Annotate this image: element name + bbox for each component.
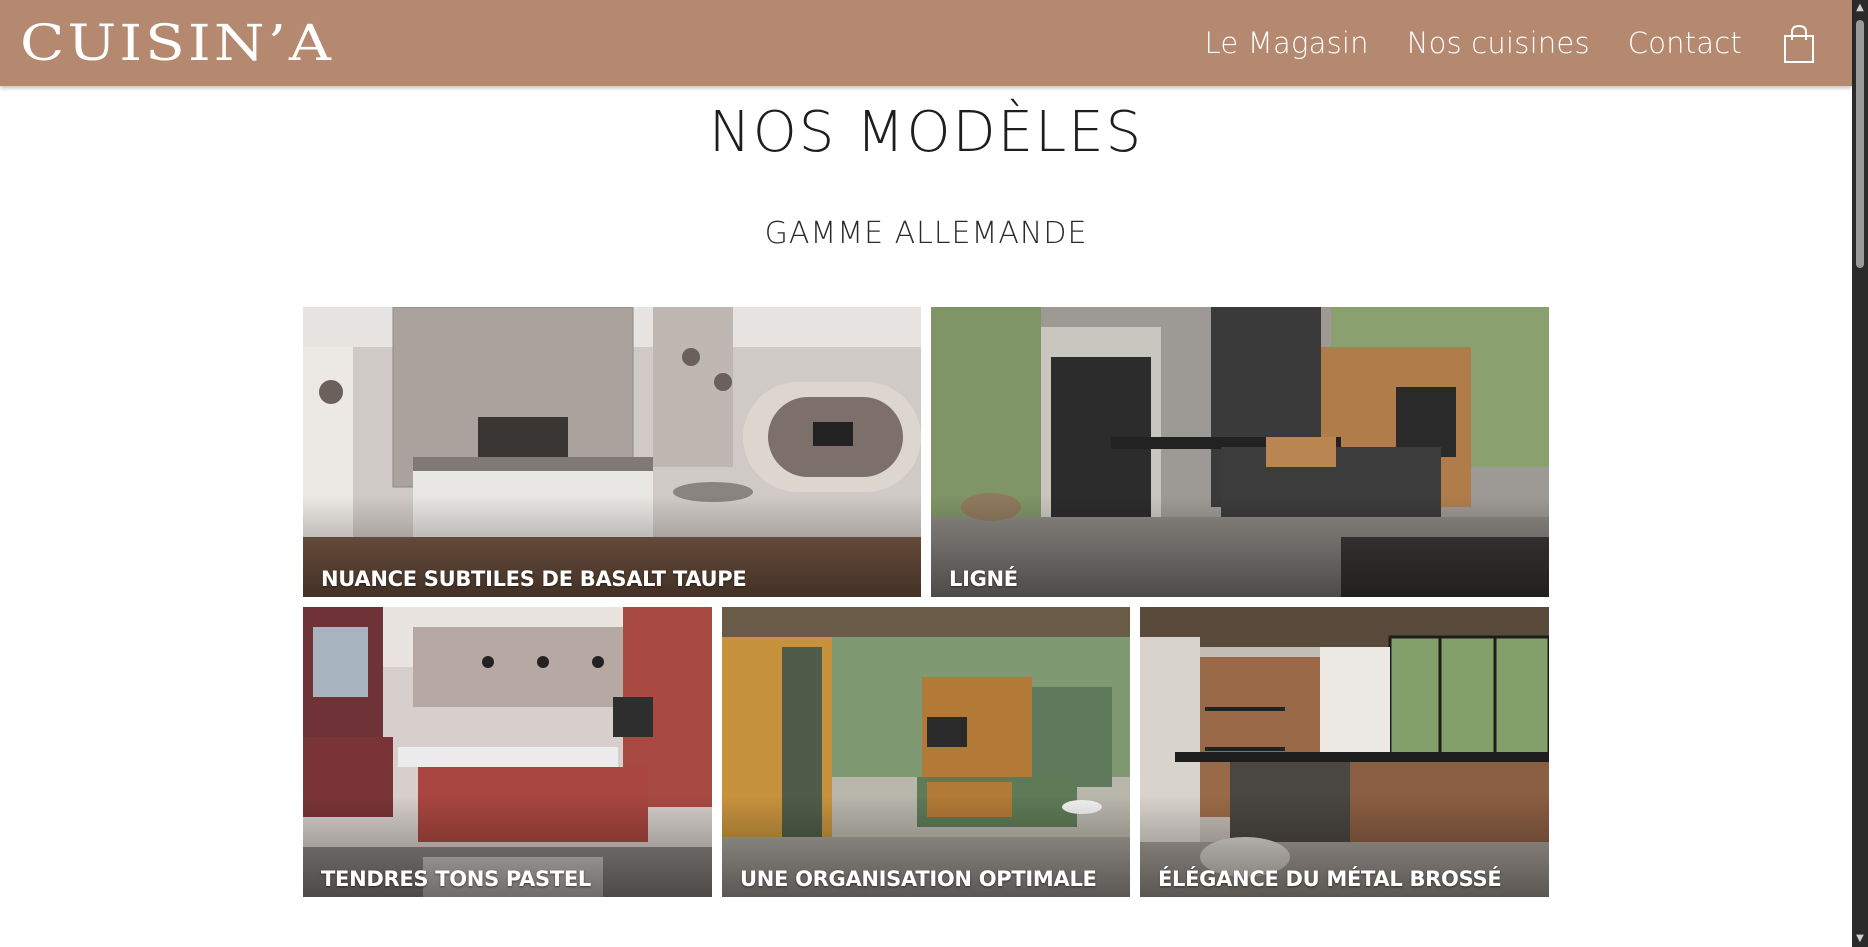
label-shade (1140, 607, 1549, 897)
page-title: NOS MODÈLES (708, 100, 1144, 165)
model-label: LIGNÉ (949, 567, 1018, 591)
label-shade (303, 607, 712, 897)
nav-nos-cuisines[interactable]: Nos cuisines (1407, 26, 1590, 60)
model-label: TENDRES TONS PASTEL (321, 867, 592, 891)
range-subtitle: GAMME ALLEMANDE (764, 216, 1088, 251)
nav-le-magasin[interactable]: Le Magasin (1205, 26, 1369, 60)
model-card-organisation-optimale[interactable]: UNE ORGANISATION OPTIMALE (722, 607, 1130, 897)
model-card-ligne[interactable]: LIGNÉ (931, 307, 1549, 597)
model-label: UNE ORGANISATION OPTIMALE (740, 867, 1097, 891)
model-card-tons-pastel[interactable]: TENDRES TONS PASTEL (303, 607, 712, 897)
label-shade (722, 607, 1130, 897)
nav-contact[interactable]: Contact (1628, 26, 1742, 60)
model-label: ÉLÉGANCE DU MÉTAL BROSSÉ (1158, 867, 1502, 891)
scroll-down-icon[interactable]: ▼ (1854, 933, 1866, 945)
label-shade (931, 307, 1549, 597)
model-card-metal-brosse[interactable]: ÉLÉGANCE DU MÉTAL BROSSÉ (1140, 607, 1549, 897)
model-label: NUANCE SUBTILES DE BASALT TAUPE (321, 567, 747, 591)
site-logo[interactable]: CUISIN’A (20, 13, 334, 73)
site-header: CUISIN’A Le Magasin Nos cuisines Contact (0, 0, 1852, 86)
shopping-bag-icon[interactable] (1782, 24, 1816, 64)
label-shade (303, 307, 921, 597)
model-card-basalt-taupe[interactable]: NUANCE SUBTILES DE BASALT TAUPE (303, 307, 921, 597)
scrollbar-thumb[interactable] (1856, 20, 1864, 268)
scroll-up-icon[interactable]: ▲ (1854, 2, 1866, 14)
main-nav: Le Magasin Nos cuisines Contact (1205, 0, 1743, 86)
vertical-scrollbar[interactable]: ▲ ▼ (1852, 0, 1868, 947)
